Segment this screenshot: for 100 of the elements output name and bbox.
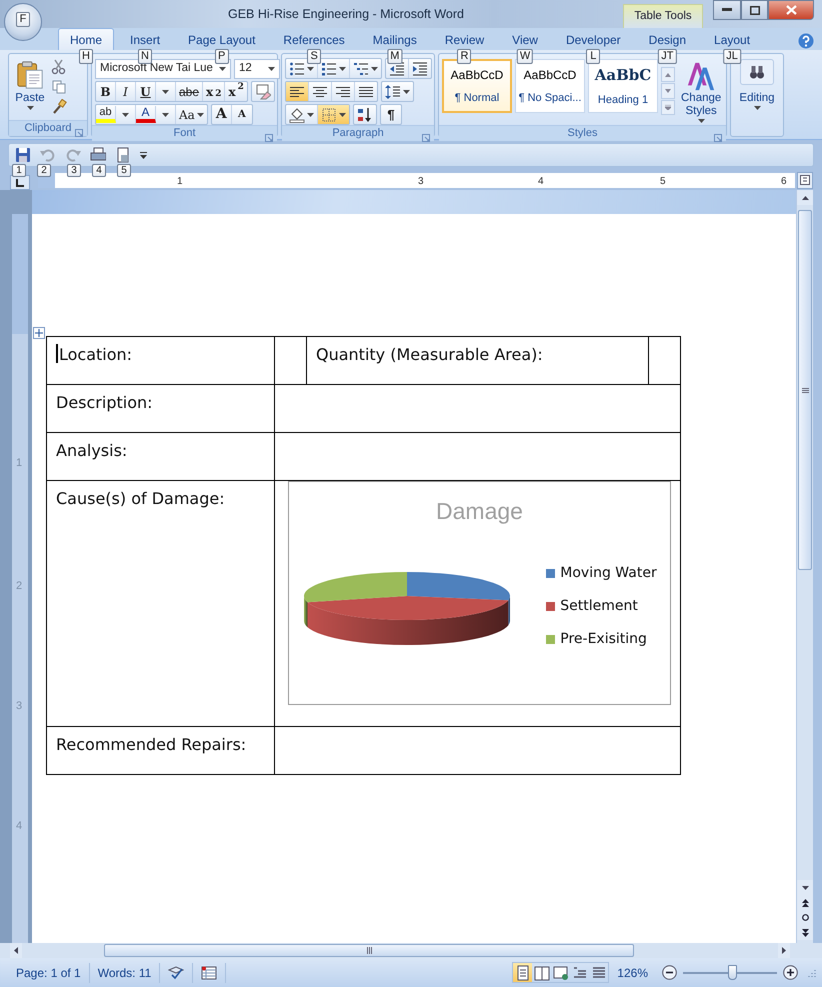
group-label: Clipboard [24, 121, 72, 136]
double-up-icon [802, 898, 808, 906]
field-value: 12 [239, 60, 252, 76]
ribbon-tab[interactable]: Insert [118, 28, 172, 50]
borders-button[interactable] [318, 105, 349, 124]
ribbon-tab[interactable]: Design [636, 28, 698, 50]
format-button[interactable]: x$^{2}$ [225, 82, 247, 101]
scrollbar-thumb[interactable] [104, 944, 634, 957]
ribbon-tab[interactable]: References [271, 28, 357, 50]
font-size-field[interactable]: 12 [234, 58, 280, 78]
align-button[interactable] [286, 82, 309, 101]
ruler-number: 3 [418, 174, 424, 188]
proofing-icon [168, 964, 184, 980]
page-count: Page: 1 of 1 [8, 962, 90, 982]
zoom-in-button[interactable] [783, 965, 798, 980]
caret-icon [754, 106, 760, 110]
view-ruler-button[interactable] [797, 172, 813, 188]
caret-icon [403, 90, 410, 94]
style-item[interactable]: AaBbCcD ¶ No Spaci... [515, 59, 585, 113]
bullets-icon [289, 60, 305, 76]
next-page-button[interactable] [797, 925, 813, 940]
help-icon[interactable] [798, 32, 814, 49]
down-icon [665, 88, 671, 93]
style-item[interactable]: AaBbCcD ¶ Normal [442, 59, 512, 113]
ribbon-tab[interactable]: Home [58, 28, 114, 50]
minimize-button[interactable] [713, 0, 741, 20]
style-item[interactable]: AaBbC Heading 1 [588, 59, 658, 113]
format-button[interactable]: x$_{2}$ [203, 82, 226, 101]
table-cell: Location: [46, 336, 274, 384]
grow-font-button[interactable]: A [212, 105, 232, 124]
caret-icon [196, 112, 204, 116]
scrollbar-thumb[interactable] [798, 210, 812, 570]
ribbon-tab[interactable]: Developer [554, 28, 633, 50]
proofing-button[interactable] [168, 964, 184, 980]
format-button[interactable]: U [136, 82, 156, 101]
slider-thumb[interactable] [728, 964, 737, 980]
close-button[interactable] [768, 0, 814, 20]
caret-icon [268, 66, 275, 70]
view-icon [590, 964, 607, 980]
key-tip: M [387, 49, 402, 64]
paste-icon [15, 59, 45, 91]
table-cell: Description: [46, 384, 274, 432]
ribbon-tab[interactable]: Mailings [360, 28, 429, 50]
ribbon-tab[interactable]: Page Layout [176, 28, 268, 50]
change-styles-button[interactable]: Change Styles [678, 57, 724, 125]
tab-selector-button[interactable] [10, 175, 30, 190]
save-button[interactable] [15, 147, 31, 163]
shrink-font-button[interactable]: A [232, 105, 252, 124]
scroll-left-button[interactable] [10, 943, 22, 958]
caret-icon [219, 66, 226, 70]
macro-button[interactable] [201, 964, 218, 980]
ruler-number: 5 [660, 174, 666, 188]
caret-icon [307, 112, 314, 116]
font-name-field[interactable]: Microsoft New Tai Lue [95, 58, 231, 78]
tab-stop-icon [16, 178, 24, 186]
customize-button[interactable] [140, 152, 147, 158]
key-tip: JL [723, 49, 741, 64]
scroll-right-button[interactable] [778, 943, 790, 958]
change-case-button[interactable]: Aa [176, 105, 207, 124]
ruler-number: 4 [15, 820, 24, 832]
group-label: Styles [568, 126, 598, 142]
show-formatting-button[interactable]: ¶ [381, 105, 401, 124]
more-button[interactable] [661, 100, 675, 115]
text-cursor [56, 344, 58, 363]
key-tip: P [214, 49, 229, 64]
sort-icon [357, 106, 373, 122]
view-button[interactable] [513, 963, 532, 982]
customize-icon [140, 152, 147, 158]
maximize-button[interactable] [741, 0, 768, 20]
caret-icon [339, 66, 346, 70]
ribbon-tab[interactable]: Layout [702, 28, 762, 50]
zoom-level: 126% [617, 964, 648, 982]
resize-grip-icon[interactable] [808, 969, 816, 978]
ruler-number: 1 [15, 457, 24, 469]
group-label: Paragraph [332, 126, 384, 142]
scroll-up-button[interactable] [797, 190, 813, 205]
group-label: Font [173, 126, 196, 142]
window-title: GEB Hi-Rise Engineering - Microsoft Word [228, 6, 464, 23]
key-tip: 3 [67, 164, 81, 177]
down-arrow-icon [802, 886, 808, 890]
key-tip: N [138, 49, 152, 64]
caret-icon [122, 112, 129, 116]
table-move-handle-icon[interactable] [33, 326, 45, 339]
format-button[interactable]: B [96, 82, 116, 101]
print-button[interactable] [90, 147, 106, 163]
double-down-icon [802, 928, 808, 936]
format-button[interactable]: I [116, 82, 136, 101]
key-tip: L [586, 49, 600, 64]
document-button[interactable] [115, 147, 131, 163]
ribbon-tab[interactable]: View [500, 28, 550, 50]
paste-button[interactable]: Paste [12, 57, 48, 120]
ribbon-tab[interactable]: Review [432, 28, 496, 50]
scroll-down-button[interactable] [797, 880, 813, 895]
redo-icon [65, 147, 81, 163]
format-button[interactable]: abe [176, 82, 204, 101]
multilevel-list-icon [353, 60, 369, 76]
outdent-icon [389, 60, 405, 76]
zoom-out-button[interactable] [662, 965, 677, 980]
grip-icon [802, 388, 808, 392]
ruler-icon [800, 175, 810, 185]
